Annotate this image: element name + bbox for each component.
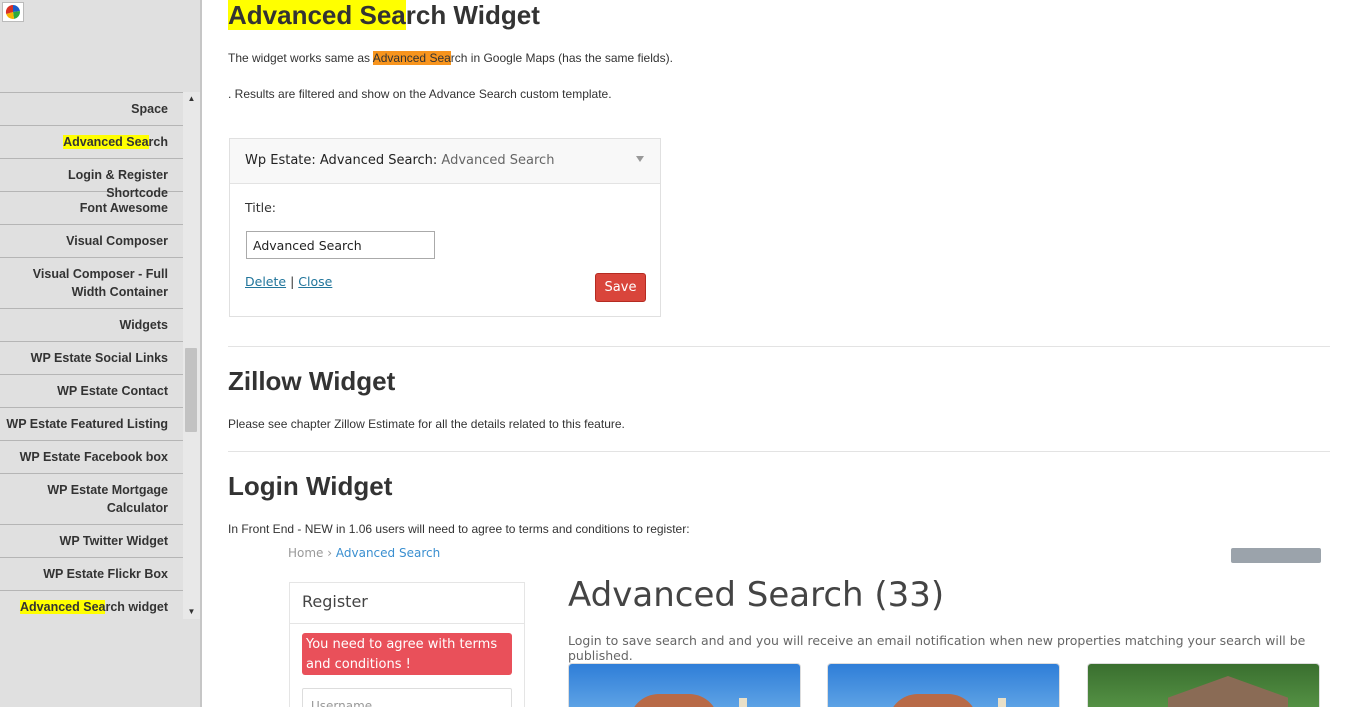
text-fragment: The widget works same as [228, 51, 373, 65]
toc-item[interactable]: Space [0, 92, 183, 125]
title-input[interactable] [246, 231, 435, 259]
toc-item-label: Visual Composer - Full Width Container [32, 267, 168, 299]
toc-item-label: WP Twitter Widget [59, 534, 168, 548]
heading-text: rch Widget [405, 0, 540, 30]
register-title: Register [302, 592, 368, 611]
zillow-description: Please see chapter Zillow Estimate for a… [228, 417, 625, 431]
top-button [1231, 548, 1321, 563]
toc-item-label: WP Estate Flickr Box [43, 567, 168, 581]
register-panel: Register You need to agree with terms an… [289, 582, 525, 707]
toc-item-label: WP Estate Featured Listing [6, 417, 168, 431]
search-highlight: Advanced Sea [63, 135, 149, 149]
toc-item[interactable]: WP Estate Facebook box [0, 440, 183, 473]
toc-item-label: Visual Composer [66, 234, 168, 248]
toc-item-label: WP Estate Contact [57, 384, 168, 398]
scroll-up-arrow-icon[interactable]: ▲ [183, 92, 200, 106]
widget-title-sub: Advanced Search [437, 153, 555, 168]
close-link[interactable]: Close [298, 274, 332, 289]
breadcrumb: Home › Advanced Search [288, 548, 440, 560]
scroll-down-arrow-icon[interactable]: ▼ [183, 605, 200, 619]
login-description: In Front End - NEW in 1.06 users will ne… [228, 522, 690, 536]
page-description: Login to save search and and you will re… [568, 633, 1306, 663]
property-card-image [568, 663, 801, 707]
toc-item[interactable]: WP Estate Contact [0, 374, 183, 407]
toc-item[interactable]: WP Estate Featured Listing [0, 407, 183, 440]
caret-down-icon[interactable] [636, 156, 644, 162]
toc-item-label: Widgets [119, 318, 169, 332]
delete-link[interactable]: Delete [245, 274, 286, 289]
zillow-widget-heading: Zillow Widget [228, 366, 396, 396]
toc-item[interactable]: Advanced Search [0, 125, 183, 158]
chimney [739, 698, 747, 707]
toc-item-label: WP Estate Social Links [30, 351, 168, 365]
toc-item-label: rch [148, 135, 168, 149]
sidebar-footer [0, 619, 200, 707]
breadcrumb-current: Advanced Search [335, 548, 441, 560]
divider [290, 623, 524, 624]
login-widget-heading: Login Widget [228, 471, 393, 501]
terms-alert: You need to agree with terms and conditi… [302, 633, 512, 675]
widget-title-main: Wp Estate: Advanced Search: [245, 153, 438, 168]
toc-item-label: WP Estate Mortgage Calculator [47, 483, 168, 515]
text-fragment: rch in Google Maps (has the same fields)… [450, 51, 673, 65]
search-highlight-current: Advanced Sea [372, 51, 451, 65]
search-highlight: Advanced Sea [20, 600, 106, 614]
chimney [998, 698, 1006, 707]
title-field-label: Title: [245, 200, 276, 215]
toc-item-label: WP Estate Facebook box [19, 450, 168, 464]
link-separator: | [290, 274, 295, 289]
toc-item[interactable]: Visual Composer - Full Width Container [0, 257, 183, 308]
toc-item-label: rch widget [105, 600, 168, 614]
sidebar: Space Advanced Search Login & Register Sho… [0, 0, 202, 707]
widget-header[interactable]: Wp Estate: Advanced Search: Advanced Sea… [230, 139, 660, 184]
property-card-image [1087, 663, 1320, 707]
save-button[interactable]: Save [595, 273, 646, 302]
register-screenshot: Home › Advanced Search Register You need… [228, 548, 1330, 707]
advanced-search-description: The widget works same as Advanced Search… [228, 50, 673, 66]
sidebar-scrollbar[interactable]: ▲ ▼ [183, 92, 200, 619]
page-title: Advanced Search (33) [568, 575, 945, 615]
widget-title: Wp Estate: Advanced Search: Advanced Sea… [245, 153, 554, 168]
widget-panel: Wp Estate: Advanced Search: Advanced Sea… [229, 138, 661, 317]
advanced-search-note: . Results are filtered and show on the A… [228, 87, 612, 101]
divider [228, 346, 1330, 347]
toc-item-label: Font Awesome [79, 201, 168, 215]
toc-item[interactable]: WP Twitter Widget [0, 524, 183, 557]
divider [228, 451, 1330, 452]
toc-item[interactable]: WP Estate Flickr Box [0, 557, 183, 590]
toc-item[interactable]: Login & Register Shortcode [0, 158, 183, 200]
table-of-contents: Space Advanced Search Login & Register Sho… [0, 92, 183, 623]
advanced-search-widget-heading: Advanced Search Widget [228, 0, 540, 30]
toc-item[interactable]: WP Estate Social Links [0, 341, 183, 374]
scrollbar-thumb[interactable] [185, 348, 197, 432]
username-field: Username [302, 688, 512, 707]
toc-item[interactable]: WP Estate Mortgage Calculator [0, 473, 183, 524]
pie-chart-icon[interactable] [2, 2, 24, 22]
toc-item[interactable]: Widgets [0, 308, 183, 341]
property-card-image [827, 663, 1060, 707]
toc-item-label: Space [131, 102, 168, 116]
toc-item[interactable]: Visual Composer [0, 224, 183, 257]
breadcrumb-separator: › [323, 548, 336, 560]
search-highlight: Advanced Sea [228, 0, 406, 30]
breadcrumb-home: Home [288, 548, 324, 560]
widget-actions: Delete | Close [245, 274, 332, 289]
